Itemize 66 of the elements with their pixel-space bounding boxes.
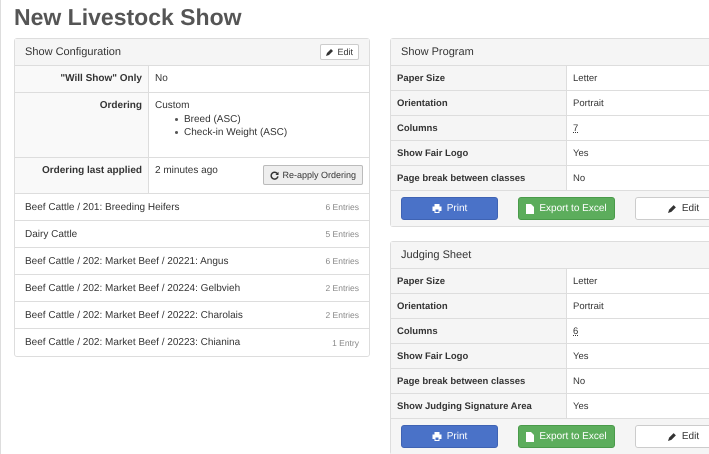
entry-count: 2 Entries — [325, 283, 359, 293]
class-name: Beef Cattle / 202: Market Beef / 20222: Charolais — [25, 310, 243, 320]
setting-label: Paper Size — [397, 72, 446, 84]
setting-label: Orientation — [397, 300, 448, 312]
setting-value: 7 — [573, 122, 578, 134]
class-row[interactable]: Beef Cattle / 202: Market Beef / 20224: Gelbvieh 2 Entries — [15, 275, 369, 302]
entry-count: 6 Entries — [325, 202, 359, 212]
setting-value: Yes — [573, 148, 588, 158]
setting-label: Show Fair Logo — [397, 350, 468, 362]
setting-label: Show Judging Signature Area — [397, 400, 532, 412]
entry-count: 6 Entries — [325, 256, 359, 266]
panel-title: Show Program — [401, 46, 474, 58]
class-name: Beef Cattle / 202: Market Beef / 20221: Angus — [25, 256, 228, 266]
print-button[interactable]: Print — [401, 425, 498, 448]
setting-label: Orientation — [397, 98, 448, 108]
panel-title: Judging Sheet — [401, 249, 472, 261]
setting-value: No — [155, 73, 168, 84]
setting-label: Page break between classes — [397, 172, 526, 184]
entry-count: 5 Entries — [325, 229, 359, 239]
class-name: Beef Cattle / 202: Market Beef / 20223: Chianina — [25, 337, 240, 348]
class-name: Beef Cattle / 201: Breeding Heifers — [25, 202, 180, 212]
edit-button[interactable]: Edit — [635, 197, 709, 220]
printer-icon — [432, 432, 442, 441]
setting-value: Letter — [573, 276, 598, 286]
setting-value: Letter — [573, 72, 598, 84]
setting-value: Portrait — [573, 98, 604, 108]
entry-count: 2 Entries — [325, 310, 359, 320]
ordering-item: Check-in Weight (ASC) — [184, 126, 288, 139]
setting-label: Ordering — [100, 100, 142, 111]
panel-title: Show Configuration — [25, 46, 122, 58]
class-name: Beef Cattle / 202: Market Beef / 20224: Gelbvieh — [25, 282, 240, 294]
class-row[interactable]: Beef Cattle / 202: Market Beef / 20223: Chianina 1 Entry — [15, 329, 369, 356]
setting-value: Yes — [573, 350, 588, 362]
class-row[interactable]: Dairy Cattle 5 Entries — [15, 221, 369, 248]
setting-value: 2 minutes ago — [155, 165, 218, 176]
class-row[interactable]: Beef Cattle / 202: Market Beef / 20222: Charolais 2 Entries — [15, 302, 369, 329]
setting-label: Columns — [397, 326, 438, 336]
class-row[interactable]: Beef Cattle / 201: Breeding Heifers 6 Entries — [15, 194, 369, 221]
setting-value: No — [573, 376, 586, 386]
print-button[interactable]: Print — [401, 197, 498, 220]
setting-label: "Will Show" Only — [60, 73, 142, 84]
edit-button[interactable]: Edit — [320, 44, 359, 60]
pencil-icon — [668, 204, 677, 213]
setting-value: Custom — [155, 100, 190, 111]
page-title: New Livestock Show — [14, 4, 243, 30]
class-name: Dairy Cattle — [25, 228, 78, 240]
pencil-icon — [668, 432, 677, 441]
pencil-icon — [326, 48, 334, 56]
setting-value: Yes — [573, 400, 588, 412]
ordering-item: Breed (ASC) — [184, 113, 241, 126]
printer-icon — [432, 204, 442, 213]
setting-label: Show Fair Logo — [397, 148, 468, 158]
setting-label: Columns — [397, 122, 438, 134]
refresh-icon — [270, 170, 280, 180]
class-row[interactable]: Beef Cattle / 202: Market Beef / 20221: Angus 6 Entries — [15, 248, 369, 275]
reapply-ordering-button[interactable]: Re-apply Ordering — [263, 165, 363, 185]
setting-label: Paper Size — [397, 276, 446, 286]
edit-button[interactable]: Edit — [635, 425, 709, 448]
file-icon — [526, 432, 534, 442]
setting-value: 6 — [573, 326, 578, 336]
entry-count: 1 Entry — [332, 338, 359, 348]
setting-label: Ordering last applied — [42, 165, 142, 176]
file-icon — [526, 204, 534, 214]
setting-value: No — [573, 172, 586, 184]
setting-label: Page break between classes — [397, 376, 526, 386]
setting-value: Portrait — [573, 300, 604, 312]
